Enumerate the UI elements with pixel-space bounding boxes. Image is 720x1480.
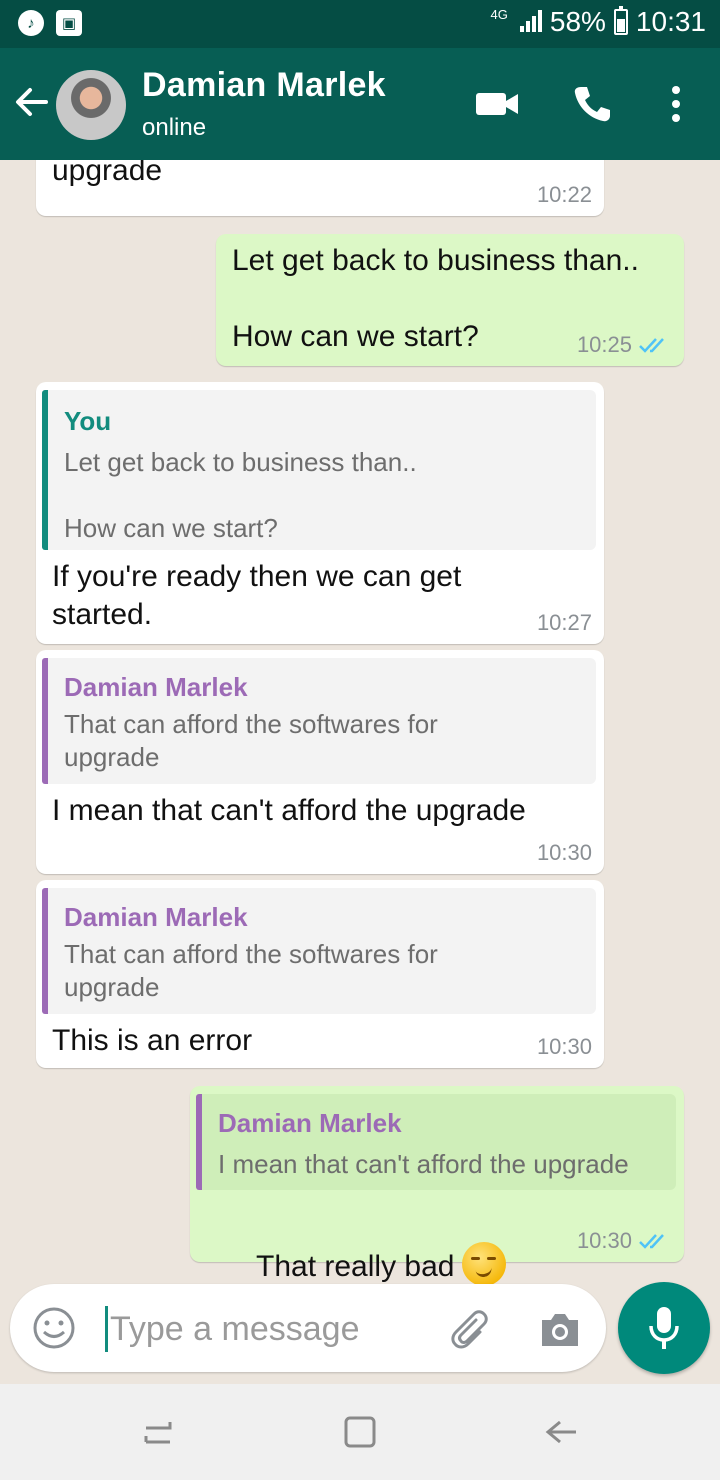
message-time: 10:30 — [576, 1228, 632, 1253]
quote-text: Let get back to business than.. How can … — [64, 447, 417, 543]
message-text: That really bad — [256, 1250, 455, 1283]
back-nav-icon[interactable] — [542, 1412, 582, 1452]
message-bubble-outgoing[interactable]: Damian Marlek I mean that can't afford t… — [190, 1086, 684, 1286]
message-time: 10:27 — [536, 610, 592, 635]
mic-icon — [649, 1307, 679, 1349]
status-bar: ♪ ▣ 4G 58% 10:31 — [0, 0, 720, 48]
read-ticks-icon — [639, 1234, 664, 1249]
contact-status: online — [142, 114, 207, 141]
avatar[interactable] — [56, 70, 126, 140]
system-nav-bar — [0, 1384, 720, 1480]
quoted-message[interactable]: You Let get back to business than.. How … — [42, 390, 596, 550]
message-text: I mean that can't afford the upgrade — [52, 794, 526, 827]
battery-percent: 58% — [549, 6, 606, 37]
quote-author: Damian Marlek — [218, 1108, 402, 1138]
smirking-face-emoji — [462, 1242, 507, 1286]
quoted-message[interactable]: Damian Marlek That can afford the softwa… — [42, 888, 596, 1014]
clock: 10:31 — [635, 6, 706, 37]
home-icon[interactable] — [340, 1412, 380, 1452]
read-ticks-icon — [639, 338, 664, 353]
quote-author: You — [64, 406, 112, 436]
voice-call-icon[interactable] — [572, 84, 612, 124]
message-bubble-incoming[interactable]: Damian Marlek That can afford the softwa… — [36, 880, 604, 1068]
message-text: If you're ready then we can get started. — [52, 560, 462, 631]
quote-author: Damian Marlek — [64, 672, 248, 702]
attach-icon[interactable] — [450, 1308, 494, 1352]
mic-button[interactable] — [618, 1282, 710, 1374]
quoted-message[interactable]: Damian Marlek That can afford the softwa… — [42, 658, 596, 784]
message-composer — [10, 1284, 606, 1372]
network-type: 4G — [490, 6, 508, 22]
music-icon: ♪ — [18, 10, 44, 36]
emoji-icon[interactable] — [32, 1306, 76, 1350]
message-bubble-incoming[interactable]: Damian Marlek That can afford the softwa… — [36, 650, 604, 874]
camera-icon[interactable] — [538, 1308, 582, 1352]
more-vert-icon[interactable] — [666, 84, 686, 124]
message-time: 10:25 — [576, 332, 632, 357]
quote-author: Damian Marlek — [64, 902, 248, 932]
contact-name[interactable]: Damian Marlek — [142, 66, 386, 105]
quoted-message[interactable]: Damian Marlek I mean that can't afford t… — [196, 1094, 676, 1190]
message-bubble-outgoing[interactable]: Let get back to business than.. How can … — [216, 234, 684, 366]
video-call-icon[interactable] — [474, 84, 520, 124]
back-arrow-icon[interactable] — [14, 82, 50, 122]
message-time: 10:22 — [536, 182, 592, 207]
message-bubble-incoming[interactable]: You Let get back to business than.. How … — [36, 382, 604, 644]
message-text: upgrade — [52, 160, 163, 187]
battery-icon — [613, 6, 628, 35]
message-input[interactable] — [110, 1306, 430, 1352]
quote-text: That can afford the softwares for upgrad… — [64, 709, 438, 772]
message-time: 10:30 — [536, 1034, 592, 1059]
signal-icon — [516, 10, 542, 34]
text-caret — [105, 1306, 108, 1352]
message-time: 10:30 — [536, 840, 592, 865]
quote-text: I mean that can't afford the upgrade — [218, 1149, 629, 1179]
message-list[interactable]: upgrade 10:22 Let get back to business t… — [0, 160, 720, 1384]
quote-text: That can afford the softwares for upgrad… — [64, 939, 438, 1002]
chat-header: Damian Marlek online — [0, 48, 720, 160]
recent-apps-icon[interactable] — [138, 1412, 178, 1452]
gallery-icon: ▣ — [56, 10, 82, 36]
message-bubble-incoming[interactable]: upgrade 10:22 — [36, 160, 604, 216]
message-text: This is an error — [52, 1024, 253, 1057]
